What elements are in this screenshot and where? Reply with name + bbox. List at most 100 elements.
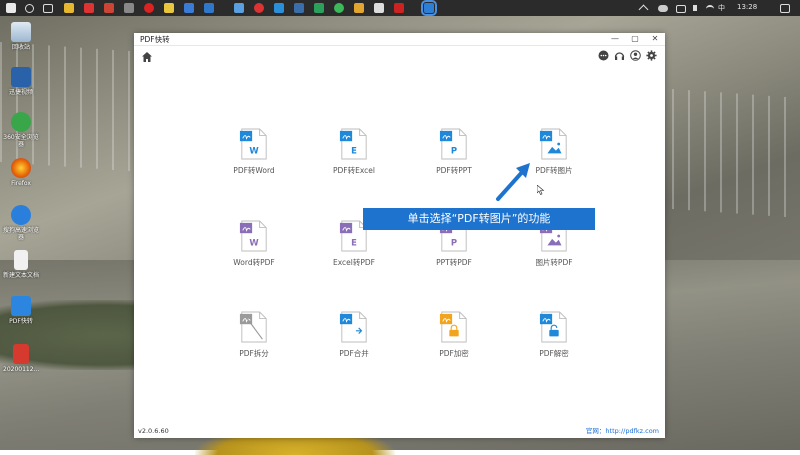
home-icon[interactable] [141,51,153,63]
desktop-icon-label: Firefox [11,180,31,187]
tray-wifi-icon[interactable] [706,5,714,13]
mouse-cursor-icon [537,185,545,195]
desktop-icon-label: 360安全浏览器 [3,134,39,148]
search-icon[interactable] [25,4,34,13]
tutorial-callout: 单击选择“PDF转图片”的功能 [363,208,595,230]
wechat-icon[interactable] [334,3,344,13]
desktop-icon-jm-app[interactable]: 迅捷视频 [3,67,39,96]
taskbar-app-video-icon[interactable] [104,3,114,13]
tray-network-icon[interactable] [676,5,686,13]
svg-text:P: P [451,237,457,247]
svg-text:E: E [351,237,357,247]
desktop-icon-firefox[interactable]: Firefox [3,158,39,187]
taskbar-app-pdf-icon[interactable] [421,0,437,16]
tile-pdf-encrypt[interactable]: PDF加密 [414,311,494,359]
taskbar-app-record-icon[interactable] [144,3,154,13]
user-icon[interactable] [630,50,641,61]
svg-text:P: P [451,145,457,155]
taskbar-app-red-icon[interactable] [84,3,94,13]
desktop-icon-recycle-bin[interactable]: 回收站 [3,22,39,51]
desktop-icon-label: 20200112... [3,366,40,373]
gear-icon[interactable] [646,50,657,61]
window-title: PDF快转 [140,35,170,44]
tile-pdf-to-word[interactable]: W PDF转Word [214,128,294,176]
desktop-icon-text-document[interactable]: 新建文本文档 [3,250,39,279]
pdf-to-image-icon [539,128,569,160]
window-footer: v2.0.6.60 官网：http://pdfkz.com [134,424,665,438]
desktop-icon-label: 新建文本文档 [3,272,40,279]
tile-pdf-to-ppt[interactable]: P PDF转PPT [414,128,494,176]
taskbar: 中 13:28 [0,0,800,16]
tray-cloud-icon[interactable] [658,5,668,12]
window-toolbar [134,46,665,66]
windows-start-icon[interactable] [6,3,16,13]
taskbar-app-yellow-icon[interactable] [164,3,174,13]
svg-text:W: W [249,237,259,247]
word-to-pdf-icon: W [239,220,269,252]
pdf-kuaizhuan-icon [11,296,31,316]
recycle-bin-icon [11,22,31,42]
pdf-decrypt-icon [539,311,569,343]
tray-volume-icon[interactable] [693,5,701,11]
desktop-icon-sogou-browser[interactable]: 搜狗高速浏览器 [3,205,39,241]
text-document-icon [14,250,28,270]
maximize-button[interactable]: ▢ [625,33,645,45]
desktop-icon-label: 迅捷视频 [8,89,33,96]
taskbar-app-circle-icon[interactable] [254,3,264,13]
tile-label: PDF合并 [339,349,369,358]
chat-icon[interactable] [598,50,609,61]
taskbar-app-red2-icon[interactable] [394,3,404,13]
file-explorer-icon[interactable] [64,3,74,13]
minimize-button[interactable]: — [605,33,625,45]
clock-time[interactable]: 13:28 [737,3,757,11]
taskbar-app-green-icon[interactable] [314,3,324,13]
headset-icon[interactable] [614,50,625,61]
annotation-arrow-icon [496,163,530,201]
pdf-to-word-icon: W [239,128,269,160]
svg-text:W: W [249,145,259,155]
firefox-icon [11,158,31,178]
pdf-to-ppt-icon: P [439,128,469,160]
tile-pdf-to-excel[interactable]: E PDF转Excel [314,128,394,176]
tray-chevron-up-icon[interactable] [638,4,649,15]
pdf-encrypt-icon [439,311,469,343]
taskbar-app-screen-icon[interactable] [294,3,304,13]
360-browser-icon [11,112,31,132]
desktop-icon-pdf-file[interactable]: 20200112... [3,344,39,373]
taskbar-app-folder-icon[interactable] [354,3,364,13]
tile-pdf-split[interactable]: PDF拆分 [214,311,294,359]
tile-label: PDF拆分 [239,349,269,358]
desktop-icon-label: 回收站 [11,44,30,51]
pdf-kuaizhuan-window: PDF快转 — ▢ ✕ W PDF转Word E PDF转Excel P PDF… [134,33,665,438]
taskbar-app-image-icon[interactable] [234,3,244,13]
svg-text:E: E [351,145,357,155]
version-label: v2.0.6.60 [138,427,169,435]
tile-label: PDF解密 [539,349,569,358]
tile-word-to-pdf[interactable]: W Word转PDF [214,220,294,268]
taskbar-app-blue-icon[interactable] [204,3,214,13]
notification-icon[interactable] [780,4,790,13]
taskbar-app-doc-icon[interactable] [374,3,384,13]
tile-pdf-merge[interactable]: PDF合并 [314,311,394,359]
desktop-icon-360-browser[interactable]: 360安全浏览器 [3,112,39,148]
website-link[interactable]: 官网：http://pdfkz.com [586,425,659,435]
input-method-indicator[interactable]: 中 [718,3,725,13]
taskbar-app-ie-icon[interactable] [274,3,284,13]
pdf-to-excel-icon: E [339,128,369,160]
close-button[interactable]: ✕ [645,33,665,45]
desktop-icon-label: PDF快转 [9,318,33,325]
pdf-file-icon [13,344,29,364]
window-title-bar[interactable]: PDF快转 — ▢ ✕ [134,33,665,46]
tile-label: Word转PDF [233,258,275,267]
sogou-browser-icon [11,205,31,225]
pdf-split-icon [239,311,269,343]
tile-pdf-decrypt[interactable]: PDF解密 [514,311,594,359]
tile-label: PDF转Excel [333,166,375,175]
tile-label: PDF转Word [233,166,275,175]
taskbar-app-gray-icon[interactable] [124,3,134,13]
desktop-icon-pdf-kuaizhuan[interactable]: PDF快转 [3,296,39,325]
tile-label: PDF加密 [439,349,469,358]
taskbar-app-pencil-icon[interactable] [184,3,194,13]
task-view-icon[interactable] [43,4,53,13]
tile-label: PDF转PPT [436,166,472,175]
